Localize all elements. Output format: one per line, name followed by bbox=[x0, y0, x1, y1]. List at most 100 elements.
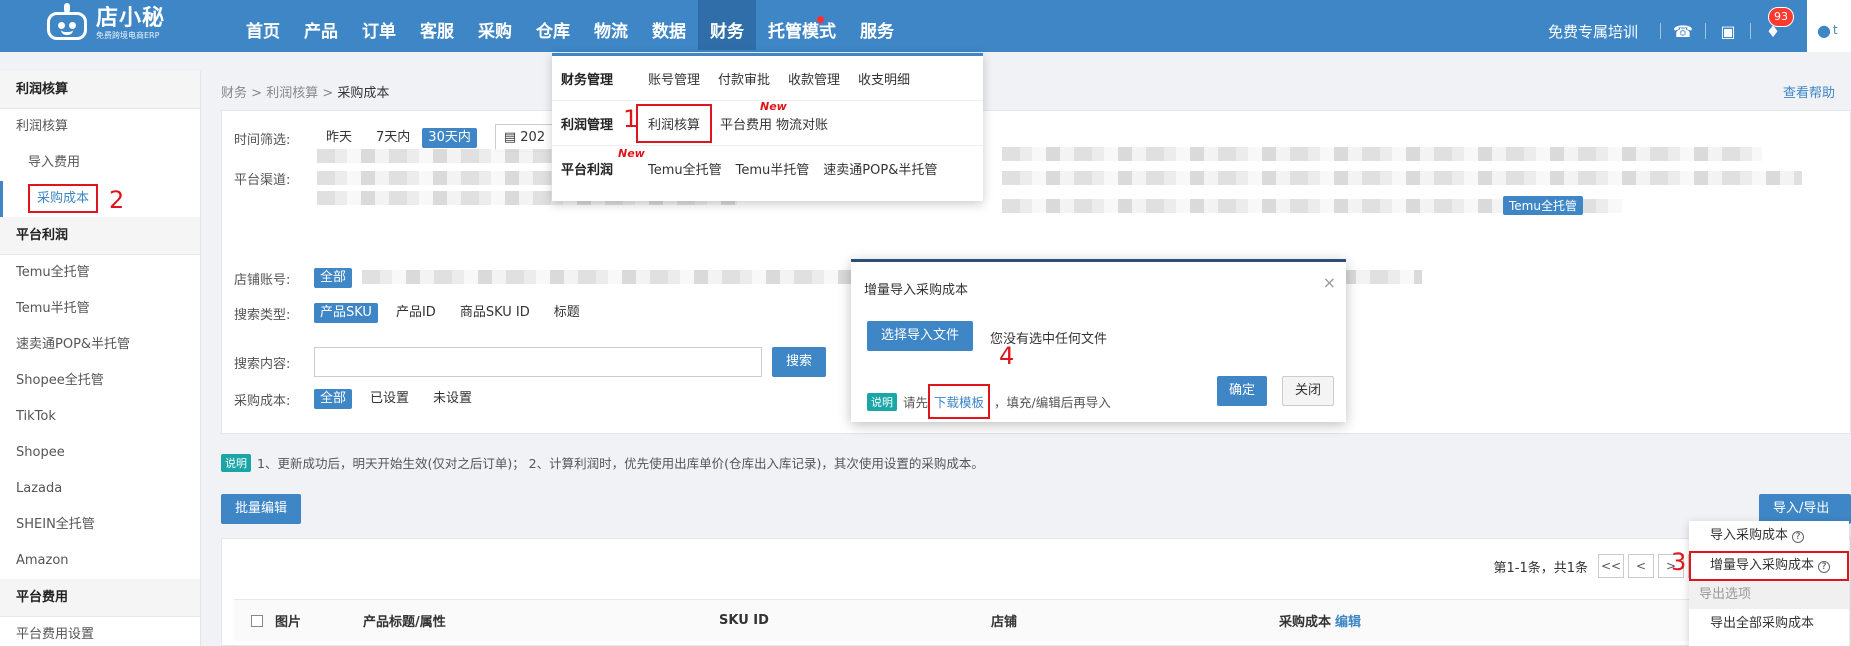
book-icon[interactable]: ▣ bbox=[1706, 22, 1750, 41]
choose-file-button[interactable]: 选择导入文件 bbox=[867, 321, 974, 351]
user-initial: t bbox=[1832, 23, 1838, 37]
select-all-checkbox[interactable] bbox=[251, 614, 263, 627]
col-image: 图片 bbox=[275, 615, 302, 630]
user-avatar[interactable]: ● t bbox=[1807, 0, 1851, 52]
free-training-link[interactable]: 免费专属培训 bbox=[1548, 21, 1638, 42]
headset-icon[interactable]: ☎ bbox=[1661, 22, 1705, 41]
search-content-label: 搜索内容: bbox=[234, 356, 291, 372]
menu-item-export-all[interactable]: 导出全部采购成本 bbox=[1689, 609, 1849, 639]
incremental-import-dialog: 增量导入采购成本 × 选择导入文件 您没有选中任何文件 4 说明 请先 下载模板… bbox=[851, 259, 1346, 422]
sidebar-item-shopee-full[interactable]: Shopee全托管 bbox=[0, 363, 200, 399]
download-template-link[interactable]: 下载模板 bbox=[928, 384, 991, 419]
cost-option-set[interactable]: 已设置 bbox=[358, 389, 421, 409]
menu-item-logistics-reconciliation[interactable]: 物流对账 bbox=[776, 114, 828, 133]
page-first-button[interactable]: << bbox=[1598, 554, 1624, 578]
user-icon: ● bbox=[1817, 20, 1831, 40]
time-option-7days[interactable]: 7天内 bbox=[364, 128, 422, 148]
sidebar-item-shopee[interactable]: Shopee bbox=[0, 435, 200, 471]
search-button[interactable]: 搜索 bbox=[772, 347, 827, 377]
sidebar-item-aliexpress[interactable]: 速卖通POP&半托管 bbox=[0, 327, 200, 363]
export-options-group: 导出选项 bbox=[1689, 581, 1849, 609]
sidebar-section-profit-accounting: 利润核算 bbox=[0, 71, 200, 109]
sidebar-item-amazon[interactable]: Amazon bbox=[0, 543, 200, 579]
nav-service[interactable]: 服务 bbox=[848, 0, 906, 52]
menu-item-profit-accounting[interactable]: 利润核算 bbox=[636, 103, 713, 143]
channel-tag-temu-full[interactable]: Temu全托管 bbox=[1503, 196, 1583, 215]
store-option-all[interactable]: 全部 bbox=[314, 268, 353, 288]
cost-filter-label: 采购成本: bbox=[234, 393, 291, 409]
search-type-title[interactable]: 标题 bbox=[542, 303, 592, 323]
nav-finance[interactable]: 财务 bbox=[698, 0, 756, 50]
sidebar-item-purchase-cost-label: 采购成本 bbox=[28, 184, 99, 213]
brand-logo[interactable]: 店小秘 免费跨境电商ERP bbox=[44, 3, 165, 45]
sidebar-item-shein-full[interactable]: SHEIN全托管 bbox=[0, 507, 200, 543]
import-export-menu: 导入采购成本? 3 增量导入采购成本? 导出选项 导出全部采购成本 bbox=[1671, 521, 1849, 646]
col-purchase-cost: 采购成本 bbox=[1279, 615, 1332, 630]
import-export-label: 导入/导出 bbox=[1773, 501, 1830, 516]
search-type-product-id[interactable]: 产品ID bbox=[384, 303, 448, 323]
nav-warehouse[interactable]: 仓库 bbox=[524, 0, 582, 52]
menu-item-income-expense[interactable]: 收支明细 bbox=[858, 69, 910, 88]
help-link[interactable]: 查看帮助 bbox=[1783, 82, 1835, 101]
menu-item-aliexpress[interactable]: 速卖通POP&半托管 bbox=[823, 159, 937, 178]
cost-edit-link[interactable]: 编辑 bbox=[1335, 611, 1361, 630]
dialog-help-prefix: 请先 bbox=[903, 395, 929, 410]
page-prev-button[interactable]: < bbox=[1628, 554, 1654, 578]
menu-item-incremental-import[interactable]: 3 增量导入采购成本? bbox=[1671, 549, 1849, 581]
nav-home[interactable]: 首页 bbox=[234, 0, 292, 52]
sidebar-item-tiktok[interactable]: TikTok bbox=[0, 399, 200, 435]
date-range-input[interactable]: ▤ 202 bbox=[494, 124, 555, 152]
sidebar-item-profit-accounting[interactable]: 利润核算 bbox=[0, 109, 200, 145]
cost-option-unset[interactable]: 未设置 bbox=[421, 389, 484, 409]
breadcrumb-finance[interactable]: 财务 bbox=[221, 86, 247, 101]
search-type-label: 搜索类型: bbox=[234, 307, 291, 323]
new-dot-icon bbox=[817, 16, 824, 23]
bell-icon[interactable]: ♦ 93 bbox=[1751, 6, 1795, 41]
nav-managed-mode-label: 托管模式 bbox=[768, 22, 836, 42]
menu-item-temu-full[interactable]: Temu全托管 bbox=[648, 159, 722, 178]
sidebar-item-purchase-cost[interactable]: 采购成本 2 bbox=[0, 181, 200, 217]
nav-products[interactable]: 产品 bbox=[292, 0, 350, 52]
help-icon[interactable]: ? bbox=[1818, 561, 1831, 573]
time-option-30days[interactable]: 30天内 bbox=[422, 128, 477, 148]
pagination-summary: 第1-1条，共1条 bbox=[1493, 560, 1588, 576]
sidebar-section-platform-profit: 平台利润 bbox=[0, 217, 200, 255]
nav-purchase[interactable]: 采购 bbox=[466, 0, 524, 52]
sidebar-item-temu-semi[interactable]: Temu半托管 bbox=[0, 291, 200, 327]
channel-options-redacted bbox=[1002, 147, 1762, 161]
time-filter-label: 时间筛选: bbox=[234, 132, 291, 148]
batch-edit-button[interactable]: 批量编辑 bbox=[221, 494, 302, 524]
menu-item-import-cost[interactable]: 导入采购成本? bbox=[1689, 521, 1849, 551]
close-button[interactable]: 关闭 bbox=[1282, 376, 1335, 406]
cost-option-all[interactable]: 全部 bbox=[314, 389, 353, 409]
search-input[interactable] bbox=[314, 347, 762, 377]
sidebar-item-lazada[interactable]: Lazada bbox=[0, 471, 200, 507]
channel-options-redacted bbox=[1002, 171, 1802, 185]
store-filter-label: 店铺账号: bbox=[234, 272, 291, 288]
search-type-sku-id[interactable]: 商品SKU ID bbox=[448, 303, 542, 323]
menu-item-account-management[interactable]: 账号管理 bbox=[648, 69, 700, 88]
time-option-yesterday[interactable]: 昨天 bbox=[314, 128, 364, 148]
help-icon[interactable]: ? bbox=[1792, 531, 1805, 543]
confirm-button[interactable]: 确定 bbox=[1217, 376, 1268, 406]
note-text: 1、更新成功后，明天开始生效(仅对之后订单)； 2、计算利润时，优先使用出库单价… bbox=[257, 456, 984, 471]
nav-data[interactable]: 数据 bbox=[640, 0, 698, 52]
search-type-product-sku[interactable]: 产品SKU bbox=[314, 303, 378, 323]
nav-orders[interactable]: 订单 bbox=[350, 0, 408, 52]
menu-item-platform-fees[interactable]: New 平台费用 bbox=[720, 100, 787, 133]
menu-item-receipt-management[interactable]: 收款管理 bbox=[788, 69, 840, 88]
cost-table: 第1-1条，共1条 << < > >> 图片 产品标题/属性 SKU ID 店铺… bbox=[221, 538, 1851, 646]
nav-customer-service[interactable]: 客服 bbox=[408, 0, 466, 52]
sidebar-item-import-fees[interactable]: 导入费用 bbox=[0, 145, 200, 181]
import-export-button[interactable]: 导入/导出 ⌄ bbox=[1759, 494, 1851, 546]
col-title: 产品标题/属性 bbox=[363, 615, 446, 630]
nav-logistics[interactable]: 物流 bbox=[582, 0, 640, 52]
menu-item-payment-approval[interactable]: 付款审批 bbox=[718, 69, 770, 88]
nav-managed-mode[interactable]: 托管模式 bbox=[756, 0, 848, 52]
sidebar-item-platform-fee-settings[interactable]: 平台费用设置 bbox=[0, 617, 200, 646]
breadcrumb-profit-accounting[interactable]: 利润核算 bbox=[266, 86, 318, 101]
close-icon[interactable]: × bbox=[1323, 273, 1336, 292]
menu-item-temu-semi[interactable]: Temu半托管 bbox=[736, 159, 810, 178]
sidebar-item-temu-full[interactable]: Temu全托管 bbox=[0, 255, 200, 291]
col-sku-id: SKU ID bbox=[719, 613, 769, 628]
